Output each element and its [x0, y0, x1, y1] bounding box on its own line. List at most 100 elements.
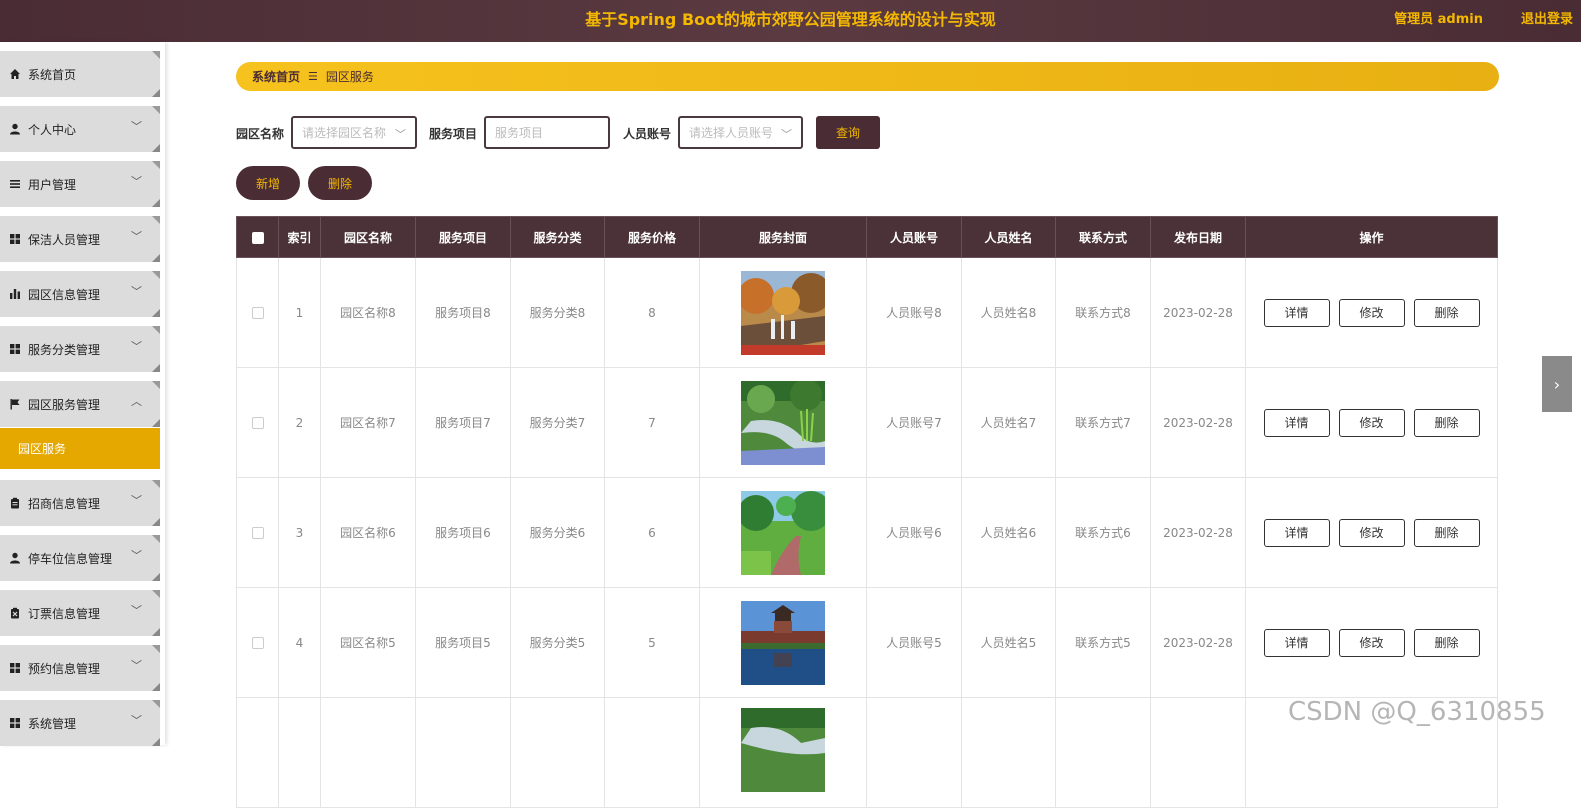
park-cell: 园区名称8: [320, 257, 416, 368]
account-cell: 人员账号8: [866, 257, 962, 368]
account-cell: 人员账号6: [866, 477, 962, 588]
chevron-down-icon: ﹀: [131, 230, 142, 243]
operations-cell: 详情 修改 删除: [1245, 367, 1498, 478]
row-checkbox[interactable]: [251, 307, 264, 319]
column-header: 服务分类: [510, 216, 605, 258]
top-header: 基于Spring Boot的城市郊野公园管理系统的设计与实现 管理员 admin…: [0, 0, 1581, 42]
delete-button[interactable]: 删除: [1413, 408, 1480, 437]
price-cell: 5: [604, 587, 700, 698]
sidebar-item-label: 预约信息管理: [28, 661, 101, 676]
sidebar-item-park-service[interactable]: 园区服务管理 ︿: [0, 381, 160, 427]
sidebar-item-service-category[interactable]: 服务分类管理 ﹀: [0, 326, 160, 372]
park-name-select[interactable]: 请选择园区名称 ﹀: [291, 116, 417, 149]
edit-button[interactable]: 修改: [1338, 628, 1405, 657]
operations-cell: 详情 修改 删除: [1245, 587, 1498, 698]
table-row: 4 园区名称5 服务项目5 服务分类5 5 人员账号5 人员姓名5 联系方式5 …: [236, 587, 1498, 698]
sidebar-item-system[interactable]: 系统管理 ﹀: [0, 700, 160, 746]
index-cell: 3: [278, 477, 321, 588]
service-item-label: 服务项目: [429, 127, 478, 141]
service-item-input[interactable]: 服务项目: [484, 116, 610, 149]
logout-link[interactable]: 退出登录: [1521, 8, 1573, 27]
sidebar-item-personal[interactable]: 个人中心 ﹀: [0, 106, 160, 152]
price-cell: 6: [604, 477, 700, 588]
row-checkbox[interactable]: [251, 637, 264, 649]
price-cell: 8: [604, 257, 700, 368]
sidebar-item-cleaners[interactable]: 保洁人员管理 ﹀: [0, 216, 160, 262]
column-header: 服务项目: [415, 216, 511, 258]
column-header: 操作: [1245, 216, 1498, 258]
account-label: 人员账号: [623, 127, 672, 141]
name-cell: 人员姓名7: [961, 367, 1056, 478]
table-header-row: 索引 园区名称 服务项目 服务分类 服务价格 服务封面 人员账号 人员姓名 联系…: [236, 216, 1498, 258]
grid-icon: [10, 663, 20, 673]
sidebar-item-park-info[interactable]: 园区信息管理 ﹀: [0, 271, 160, 317]
person-icon: [10, 123, 20, 135]
column-header: 服务价格: [604, 216, 700, 258]
grid-icon: [10, 718, 20, 728]
index-cell: 1: [278, 257, 321, 368]
row-checkbox[interactable]: [251, 417, 264, 429]
sidebar-item-parking[interactable]: 停车位信息管理 ﹀: [0, 535, 160, 581]
table-row: 2 园区名称7 服务项目7 服务分类7 7 人员账号7 人员姓名7 联系方式7 …: [236, 367, 1498, 478]
column-header: 人员姓名: [961, 216, 1056, 258]
date-cell: 2023-02-28: [1150, 257, 1246, 368]
query-button[interactable]: 查询: [816, 116, 880, 149]
index-cell: 2: [278, 367, 321, 478]
edit-button[interactable]: 修改: [1338, 408, 1405, 437]
service-cell: 服务项目7: [415, 367, 511, 478]
account-cell: 人员账号7: [866, 367, 962, 478]
edit-button[interactable]: 修改: [1338, 298, 1405, 327]
park-path-photo: [741, 490, 825, 575]
detail-button[interactable]: 详情: [1263, 628, 1330, 657]
delete-button[interactable]: 删除: [1413, 298, 1480, 327]
detail-button[interactable]: 详情: [1263, 408, 1330, 437]
sidebar-subitem-park-service[interactable]: 园区服务: [0, 428, 160, 469]
detail-button[interactable]: 详情: [1263, 298, 1330, 327]
flag-icon: [10, 399, 20, 410]
chevron-right-icon[interactable]: ›: [1542, 356, 1572, 412]
row-select-cell: [236, 697, 279, 808]
operations-cell: 详情 修改 删除: [1245, 477, 1498, 588]
column-header: 人员账号: [866, 216, 962, 258]
detail-button[interactable]: 详情: [1263, 518, 1330, 547]
sidebar: 系统首页 个人中心 ﹀ 用户管理 ﹀ 保洁人员管理 ﹀ 园区信息管理 ﹀ 服务分…: [0, 42, 165, 746]
sidebar-item-investment[interactable]: 招商信息管理 ﹀: [0, 480, 160, 526]
table-row: 1 园区名称8 服务项目8 服务分类8 8 人员账号8 人员姓名8 联系方式8 …: [236, 257, 1498, 368]
sidebar-item-home[interactable]: 系统首页: [0, 51, 160, 97]
index-cell: 4: [278, 587, 321, 698]
delete-button[interactable]: 删除: [1413, 518, 1480, 547]
row-select-cell: [236, 257, 279, 368]
sidebar-item-users[interactable]: 用户管理 ﹀: [0, 161, 160, 207]
category-cell: 服务分类7: [510, 367, 605, 478]
date-cell: 2023-02-28: [1150, 477, 1246, 588]
service-cell: 服务项目5: [415, 587, 511, 698]
category-cell: 服务分类8: [510, 257, 605, 368]
breadcrumb-home[interactable]: 系统首页: [252, 68, 300, 85]
garden-stream-photo: [741, 380, 825, 465]
sidebar-item-appointments[interactable]: 预约信息管理 ﹀: [0, 645, 160, 691]
breadcrumb: 系统首页 ☰ 园区服务: [236, 62, 1499, 91]
select-all-cell: [236, 216, 279, 258]
operations-cell: 详情 修改 删除: [1245, 257, 1498, 368]
cover-cell: [699, 587, 867, 698]
contact-cell: 联系方式6: [1055, 477, 1151, 588]
sidebar-item-label: 保洁人员管理: [28, 232, 101, 247]
column-header: 发布日期: [1150, 216, 1246, 258]
park-cell: 园区名称7: [320, 367, 416, 478]
delete-button[interactable]: 删除: [1413, 628, 1480, 657]
account-select[interactable]: 请选择人员账号 ﹀: [678, 116, 803, 149]
clipboard-icon: [11, 497, 19, 509]
cover-cell: [699, 367, 867, 478]
park-cell: 园区名称6: [320, 477, 416, 588]
sidebar-item-label: 系统首页: [28, 67, 77, 82]
row-checkbox[interactable]: [251, 527, 264, 539]
sidebar-item-tickets[interactable]: 订票信息管理 ﹀: [0, 590, 160, 636]
home-icon: [10, 69, 20, 79]
add-button[interactable]: 新增: [236, 166, 300, 200]
name-cell: 人员姓名6: [961, 477, 1056, 588]
batch-delete-button[interactable]: 删除: [308, 166, 372, 200]
select-all-checkbox[interactable]: [251, 231, 264, 244]
breadcrumb-separator-icon: ☰: [308, 70, 318, 83]
edit-button[interactable]: 修改: [1338, 518, 1405, 547]
chevron-down-icon: ﹀: [781, 128, 792, 141]
